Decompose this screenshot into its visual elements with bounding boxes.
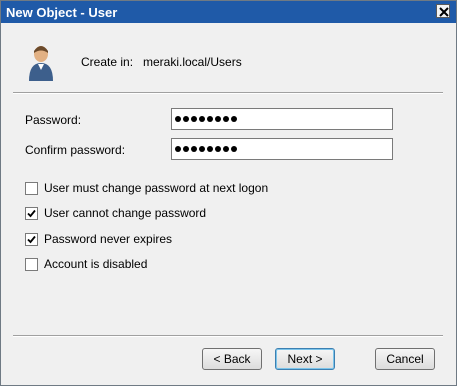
checkmark-icon bbox=[27, 209, 36, 217]
password-dot bbox=[199, 146, 205, 152]
back-button[interactable]: < Back bbox=[202, 348, 262, 370]
option-row[interactable]: User cannot change password bbox=[25, 206, 206, 220]
checkbox[interactable] bbox=[25, 181, 38, 195]
next-button[interactable]: Next > bbox=[275, 348, 335, 370]
user-icon bbox=[29, 46, 53, 81]
checkmark-icon bbox=[27, 235, 36, 243]
create-in-label: Create in: bbox=[81, 55, 134, 69]
password-label: Password: bbox=[25, 113, 82, 127]
checkbox[interactable] bbox=[25, 257, 38, 271]
password-dot bbox=[183, 146, 189, 152]
option-row[interactable]: User must change password at next logon bbox=[25, 181, 268, 195]
password-dot bbox=[175, 146, 181, 152]
cancel-button[interactable]: Cancel bbox=[375, 348, 435, 370]
password-dot bbox=[231, 116, 237, 122]
checkbox[interactable] bbox=[25, 206, 38, 220]
password-dot bbox=[215, 146, 221, 152]
password-dot bbox=[207, 146, 213, 152]
option-label: User must change password at next logon bbox=[44, 181, 269, 195]
title-bar[interactable]: New Object - User bbox=[1, 1, 456, 23]
password-dot bbox=[183, 116, 189, 122]
password-dot bbox=[231, 146, 237, 152]
password-dot bbox=[175, 116, 181, 122]
option-label: Password never expires bbox=[44, 232, 173, 246]
create-in-path: meraki.local/Users bbox=[143, 55, 242, 69]
password-dot bbox=[191, 146, 197, 152]
close-button[interactable] bbox=[436, 4, 450, 18]
close-icon bbox=[439, 7, 449, 17]
password-dot bbox=[215, 116, 221, 122]
password-dot bbox=[191, 116, 197, 122]
option-label: User cannot change password bbox=[44, 206, 207, 220]
confirm-password-field[interactable] bbox=[171, 138, 393, 160]
password-dot bbox=[199, 116, 205, 122]
dialog-window: New Object - User Create in: meraki.loca… bbox=[0, 0, 457, 386]
top-separator bbox=[13, 92, 443, 94]
checkbox[interactable] bbox=[25, 232, 38, 246]
confirm-password-label: Confirm password: bbox=[25, 143, 126, 157]
option-label: Account is disabled bbox=[44, 257, 148, 271]
password-field[interactable] bbox=[171, 108, 393, 130]
password-dot bbox=[223, 116, 229, 122]
password-dot bbox=[207, 116, 213, 122]
option-row[interactable]: Password never expires bbox=[25, 232, 172, 246]
bottom-separator bbox=[13, 335, 443, 337]
option-row[interactable]: Account is disabled bbox=[25, 257, 147, 271]
password-dot bbox=[223, 146, 229, 152]
window-title: New Object - User bbox=[6, 5, 118, 20]
